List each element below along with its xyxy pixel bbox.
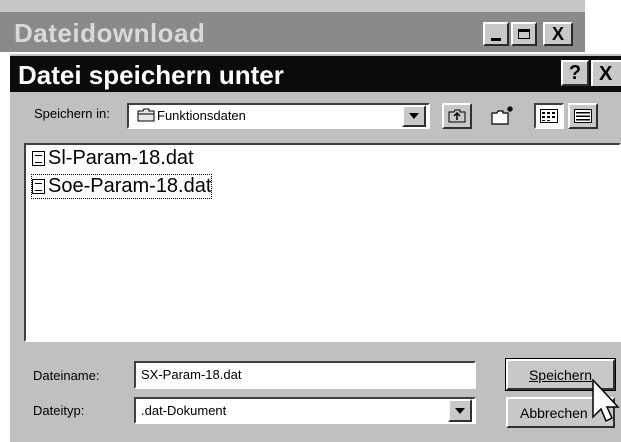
save-in-value: Funktionsdaten [157,108,246,123]
help-button[interactable]: ? [561,60,589,86]
new-folder-button[interactable] [488,101,518,129]
maximize-button[interactable] [511,22,537,46]
filename-value: SX-Param-18.dat [141,367,242,382]
help-icon: ? [568,61,582,84]
save-in-label: Speichern in: [34,106,110,121]
close-background-button[interactable]: X [543,22,573,46]
file-list[interactable]: Sl-Param-18.dat Soe-Param-18.dat [24,143,621,342]
file-icon [32,151,45,166]
dialog-close-button[interactable]: X [591,60,621,86]
save-in-dropdown-button[interactable] [402,105,426,127]
chevron-down-icon [409,113,419,119]
up-folder-icon [448,109,466,123]
details-view-button[interactable] [568,103,598,129]
filetype-dropdown[interactable]: .dat-Dokument [134,397,476,424]
up-one-level-button[interactable] [442,103,472,129]
close-icon: X [599,62,613,85]
filetype-dropdown-button[interactable] [448,399,472,422]
minimize-icon [491,37,501,41]
filetype-value: .dat-Dokument [141,403,227,418]
list-view-button[interactable] [534,103,564,129]
file-name: Sl-Param-18.dat [48,147,194,169]
chevron-down-icon [455,407,465,414]
maximize-icon [518,29,530,39]
filetype-label: Dateityp: [33,403,85,418]
list-view-icon [540,109,558,123]
list-item-selected[interactable]: Soe-Param-18.dat [30,174,213,199]
filename-label: Dateiname: [33,368,100,383]
details-view-icon [574,109,592,123]
folder-icon [137,108,155,122]
close-icon: X [551,23,564,44]
background-window-title: Dateidownload [14,18,206,48]
save-button-label: Speichern [528,366,593,383]
file-name: Soe-Param-18.dat [48,175,212,197]
mouse-cursor-icon [591,378,621,427]
new-folder-icon [491,106,513,125]
file-icon [32,179,45,194]
save-in-dropdown[interactable]: Funktionsdaten [127,103,430,129]
minimize-button[interactable] [483,22,509,46]
dialog-title: Datei speichern unter [18,60,284,90]
cancel-button-label: Abbrechen [520,404,588,421]
filename-input[interactable]: SX-Param-18.dat [134,361,476,389]
list-item[interactable]: Sl-Param-18.dat [32,147,194,170]
